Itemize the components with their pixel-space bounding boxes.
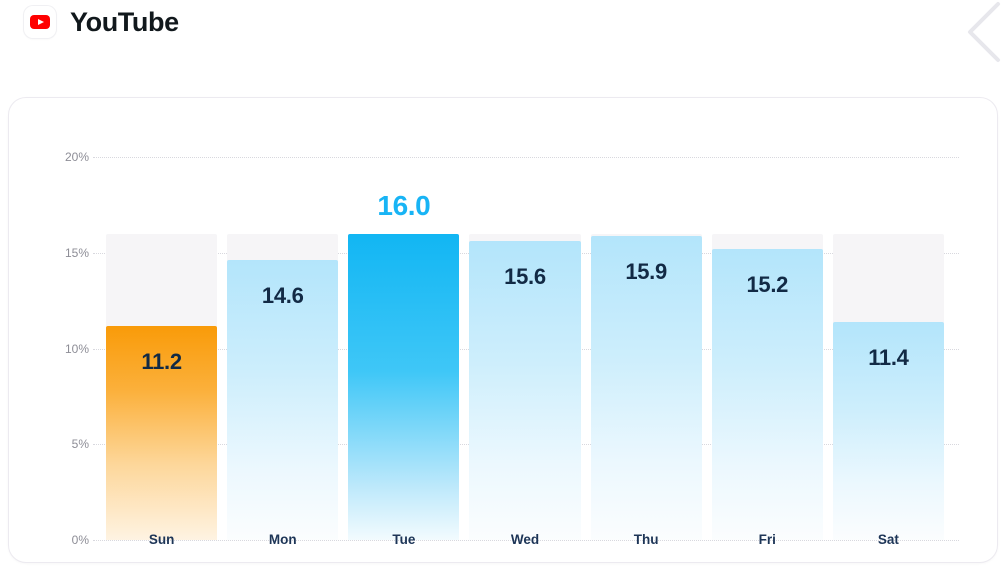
y-axis-tick-label: 10%	[64, 341, 89, 356]
bar-column-sat[interactable]: 11.4 Sat	[828, 98, 949, 562]
youtube-icon	[24, 6, 56, 38]
page-title: YouTube	[70, 6, 179, 37]
bar-column-tue[interactable]: 16.0 Tue	[343, 98, 464, 562]
bar-tue[interactable]	[348, 233, 460, 540]
y-axis-tick-label: 0%	[71, 533, 89, 547]
x-axis-tick-thu: Thu	[633, 532, 659, 547]
youtube-badge	[30, 15, 50, 29]
page-header: YouTube	[24, 2, 179, 42]
bars-container: 11.2 Sun 14.6 Mon 16.0 Tue 15.6 Wed 15.9 Thu 15.2 F…	[101, 98, 949, 562]
x-axis-tick-sat: Sat	[877, 532, 899, 547]
chevron-left-icon[interactable]	[950, 0, 1008, 64]
bar-column-mon[interactable]: 14.6 Mon	[222, 98, 343, 562]
x-axis-tick-tue: Tue	[392, 532, 416, 547]
bar-column-thu[interactable]: 15.9 Thu	[586, 98, 707, 562]
bar-value-highlight-tue: 16.0	[377, 189, 431, 221]
bar-value-mon: 14.6	[261, 283, 304, 309]
bar-column-sun[interactable]: 11.2 Sun	[101, 98, 222, 562]
x-axis-tick-mon: Mon	[268, 532, 297, 547]
play-triangle-icon	[37, 19, 44, 25]
y-axis-tick-label: 5%	[71, 437, 89, 452]
bar-chart: 0% 5% 10% 15% 20% 11.2 Sun 14.6 Mon 16.0 Tue 15.6 W…	[9, 98, 997, 562]
y-axis-tick-label: 20%	[64, 150, 89, 164]
bar-value-wed: 15.6	[504, 264, 546, 290]
bar-value-thu: 15.9	[625, 258, 667, 284]
x-axis-tick-sun: Sun	[148, 532, 175, 547]
bar-value-sat: 11.4	[868, 344, 909, 370]
bar-value-fri: 15.2	[746, 271, 789, 297]
x-axis-tick-fri: Fri	[758, 532, 776, 547]
x-axis-tick-wed: Wed	[510, 532, 540, 547]
chevron-left-glyph	[968, 2, 1000, 62]
bar-value-sun: 11.2	[141, 348, 182, 374]
bar-column-fri[interactable]: 15.2 Fri	[707, 98, 828, 562]
chart-card: 0% 5% 10% 15% 20% 11.2 Sun 14.6 Mon 16.0 Tue 15.6 W…	[8, 97, 998, 563]
y-axis-tick-label: 15%	[64, 245, 89, 260]
bar-column-wed[interactable]: 15.6 Wed	[464, 98, 585, 562]
